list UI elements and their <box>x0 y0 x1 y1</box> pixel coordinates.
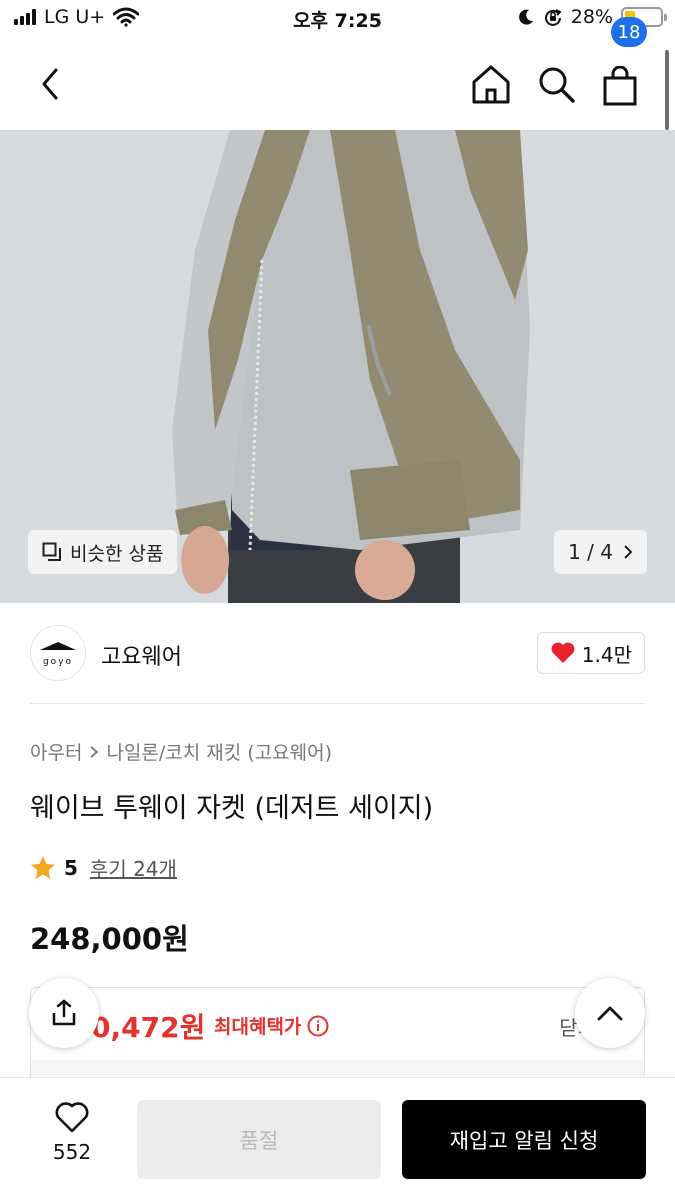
product-image[interactable]: 비슷한 상품 1 / 4 <box>0 130 675 603</box>
svg-text:goyo: goyo <box>43 657 73 667</box>
rating-row: 5 후기 24개 <box>30 853 177 882</box>
image-pager[interactable]: 1 / 4 <box>554 530 647 574</box>
wishlist-count: 552 <box>52 1140 92 1164</box>
bottom-action-bar: 552 품절 재입고 알림 신청 <box>0 1077 675 1200</box>
battery-percent: 28% <box>570 6 613 28</box>
brand-logo[interactable]: goyo <box>30 625 86 681</box>
similar-items-icon <box>42 542 61 561</box>
brand-like-button[interactable]: 1.4만 <box>536 632 645 674</box>
rating-score: 5 <box>64 855 78 880</box>
rotation-lock-icon <box>544 9 562 26</box>
similar-products-label: 비슷한 상품 <box>70 542 164 565</box>
chevron-right-icon <box>90 745 99 758</box>
page-indicator: 1 / 4 <box>568 540 613 564</box>
heart-outline-icon <box>55 1102 89 1133</box>
breadcrumb-subcategory[interactable]: 나일론/코치 재킷 (고요웨어) <box>106 738 332 765</box>
wishlist-button[interactable]: 552 <box>40 1100 104 1170</box>
soldout-button: 품절 <box>137 1100 381 1179</box>
brand-row: goyo 고요웨어 1.4만 <box>0 603 675 703</box>
scroll-top-button[interactable] <box>575 978 645 1048</box>
scroll-indicator <box>665 50 669 130</box>
benefit-label: 최대혜택가 <box>214 1016 302 1038</box>
moon-icon <box>518 9 533 25</box>
nav-bar <box>0 40 675 130</box>
review-link[interactable]: 후기 24개 <box>90 853 177 882</box>
search-icon[interactable] <box>535 62 577 106</box>
info-icon[interactable] <box>307 1015 329 1037</box>
shopping-bag-icon[interactable] <box>600 66 640 106</box>
chevron-right-icon <box>624 545 633 559</box>
share-button[interactable] <box>29 978 99 1048</box>
restock-alert-button[interactable]: 재입고 알림 신청 <box>402 1100 646 1179</box>
heart-filled-icon <box>551 642 575 663</box>
cart-count-badge: 18 <box>611 17 647 47</box>
similar-products-button[interactable]: 비슷한 상품 <box>28 530 178 574</box>
breadcrumb: 아우터 나일론/코치 재킷 (고요웨어) <box>30 738 332 765</box>
home-icon[interactable] <box>470 62 512 106</box>
chevron-up-icon <box>597 1006 623 1021</box>
benefit-label-group: 최대혜택가 <box>214 1012 329 1039</box>
benefit-price: 0,472원 <box>91 1011 206 1044</box>
status-bar: LG U+ 오후 7:25 28% <box>0 0 675 40</box>
brand-logo-mark: goyo <box>40 642 76 667</box>
brand-name[interactable]: 고요웨어 <box>101 639 182 671</box>
like-count: 1.4만 <box>581 642 632 667</box>
share-icon <box>52 999 76 1026</box>
breadcrumb-category[interactable]: 아우터 <box>30 738 82 765</box>
back-arrow-icon[interactable] <box>34 62 70 106</box>
divider <box>30 703 645 704</box>
product-title: 웨이브 투웨이 자켓 (데저트 세이지) <box>30 793 434 824</box>
product-price: 248,000원 <box>30 922 189 956</box>
star-icon <box>31 855 55 879</box>
